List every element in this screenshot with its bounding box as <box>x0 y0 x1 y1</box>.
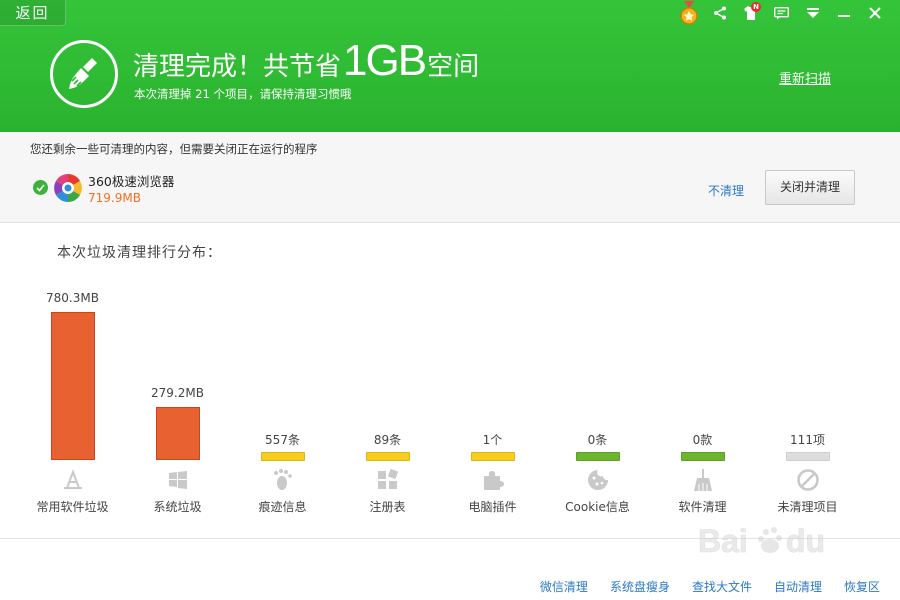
rescan-link[interactable]: 重新扫描 <box>779 68 831 87</box>
chart-category: 780.3MB 常用软件垃圾 <box>20 280 125 520</box>
page-subtitle: 本次清理掉 21 个项目，请保持清理习惯哦 <box>134 87 352 101</box>
svg-text:Bai: Bai <box>698 523 748 559</box>
minimize-icon[interactable] <box>828 0 859 26</box>
footer-link-recovery[interactable]: 恢复区 <box>844 578 880 595</box>
footer-links: 微信清理 系统盘瘦身 查找大文件 自动清理 恢复区 <box>540 578 880 595</box>
chart-value-label: 0款 <box>692 433 713 447</box>
puzzle-plugin-icon <box>484 471 504 490</box>
footer-link-auto-clean[interactable]: 自动清理 <box>774 578 822 595</box>
close-icon[interactable] <box>859 0 890 26</box>
chart-category: 1个电脑插件 <box>440 280 545 520</box>
chart-category-label: 电脑插件 <box>468 500 517 514</box>
checkbox-checked-icon[interactable] <box>33 180 48 195</box>
baidu-jingyan-watermark: Bai du <box>698 523 826 560</box>
browser-app-icon <box>52 172 84 204</box>
chart-category-label: 痕迹信息 <box>258 500 307 514</box>
chart-category: 89条注册表 <box>335 280 440 520</box>
cleanup-distribution-chart: 780.3MB 常用软件垃圾 279.2MB 系统垃圾 557条 痕迹信息 89条 注册表 1个… <box>0 280 900 520</box>
back-button[interactable]: 返回 <box>0 0 66 26</box>
windows-icon <box>169 471 187 489</box>
new-badge: N <box>751 2 761 12</box>
medal-icon[interactable] <box>673 0 704 26</box>
chart-value-label: 557条 <box>265 433 300 447</box>
menu-dropdown-icon[interactable] <box>797 0 828 26</box>
app-size: 719.9MB <box>88 191 141 205</box>
chart-title: 本次垃圾清理排行分布： <box>57 245 222 261</box>
broom-icon <box>69 58 97 89</box>
message-icon[interactable] <box>766 0 797 26</box>
app-store-icon <box>64 469 82 489</box>
cookie-icon <box>588 470 608 490</box>
skip-clean-link[interactable]: 不清理 <box>708 182 744 199</box>
title-suffix: 空间 <box>427 52 480 82</box>
chart-value-label: 89条 <box>373 433 402 447</box>
chart-value-label: 111项 <box>790 433 825 447</box>
chart-indicator-strip <box>576 452 620 461</box>
chart-indicator-strip <box>681 452 725 461</box>
chart-value-label: 279.2MB <box>151 386 204 400</box>
chart-category: 111项 未清理项目 <box>755 280 860 520</box>
cleanup-done-badge <box>50 40 118 108</box>
chart-category-label: 注册表 <box>369 500 406 514</box>
chart-category-label: 系统垃圾 <box>153 500 202 514</box>
page-title: 清理完成！共节省 1GB 空间 <box>133 36 479 86</box>
app-name: 360极速浏览器 <box>88 174 175 189</box>
chart-bar <box>51 312 95 460</box>
footer-link-disk-slim[interactable]: 系统盘瘦身 <box>610 578 670 595</box>
notice-text: 您还剩余一些可清理的内容，但需要关闭正在运行的程序 <box>30 142 318 156</box>
footer-link-wechat-clean[interactable]: 微信清理 <box>540 578 588 595</box>
title-prefix: 清理完成！共节省 <box>133 52 342 82</box>
footprint-icon <box>274 469 292 490</box>
broom-icon <box>694 469 712 491</box>
chart-indicator-strip <box>261 452 305 461</box>
share-icon[interactable] <box>704 0 735 26</box>
chart-category-label: Cookie信息 <box>565 500 630 514</box>
result-header: 返回 N 清理完成！共节省 1GB 空间 本次清理掉 21 个项目，请保持清理习… <box>0 0 900 132</box>
skin-shirt-icon[interactable]: N <box>735 0 766 26</box>
chart-indicator-strip <box>366 452 410 461</box>
footer-link-find-large-files[interactable]: 查找大文件 <box>692 578 752 595</box>
title-amount: 1GB <box>343 36 427 85</box>
svg-text:du: du <box>786 523 825 559</box>
chart-category-label: 常用软件垃圾 <box>36 500 109 514</box>
chart-bar <box>156 407 200 460</box>
title-bar-icons: N <box>673 0 890 26</box>
chart-value-label: 1个 <box>482 433 503 447</box>
close-and-clean-button[interactable]: 关闭并清理 <box>765 170 855 205</box>
chart-indicator-strip <box>471 452 515 461</box>
chart-category: 279.2MB 系统垃圾 <box>125 280 230 520</box>
chart-value-label: 0条 <box>587 433 608 447</box>
chart-category: 0条 Cookie信息 <box>545 280 650 520</box>
chart-category: 0款 软件清理 <box>650 280 755 520</box>
blocked-icon <box>797 469 819 491</box>
registry-blocks-icon <box>378 468 399 489</box>
chart-indicator-strip <box>786 452 830 461</box>
chart-category: 557条痕迹信息 <box>230 280 335 520</box>
running-program-notice: 您还剩余一些可清理的内容，但需要关闭正在运行的程序 360极速浏览器 719.9… <box>0 132 900 223</box>
chart-value-label: 780.3MB <box>46 291 99 305</box>
